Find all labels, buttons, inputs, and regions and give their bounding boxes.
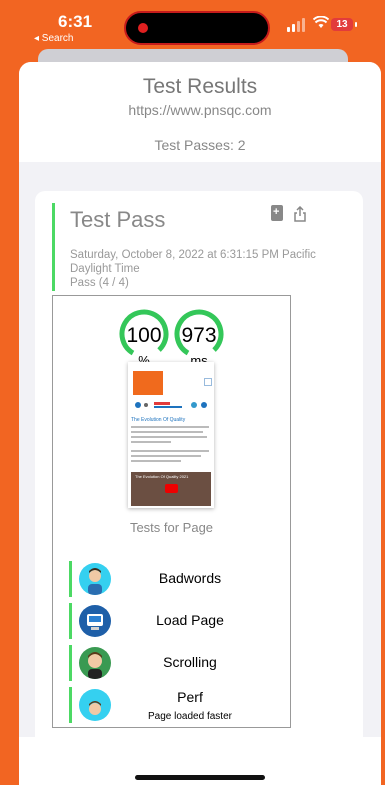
battery-icon: 13 — [331, 18, 353, 31]
results-header: Test Results https://www.pnsqc.com Test … — [19, 62, 381, 162]
test-pass-card[interactable]: Test Pass Saturday, October 8, 2022 at 6… — [35, 191, 363, 785]
page-screenshot-thumbnail[interactable]: The Evolution Of Quality The Evolution O… — [128, 362, 214, 508]
perf-avatar-icon — [79, 689, 111, 721]
battery-tip — [355, 22, 357, 27]
text-line — [131, 460, 181, 462]
text-line — [131, 441, 171, 443]
scrolling-avatar-icon — [79, 647, 111, 679]
test-row-perf[interactable]: Perf Page loaded faster — [69, 687, 279, 723]
site-logo — [133, 371, 163, 395]
wifi-icon — [312, 15, 330, 32]
signal-icon — [287, 18, 307, 32]
test-pass-title: Test Pass — [70, 207, 166, 232]
play-icon — [165, 484, 178, 493]
test-pass-actions — [271, 205, 316, 227]
add-document-icon[interactable] — [271, 205, 283, 221]
text-line — [131, 436, 207, 438]
pass-status-bar — [52, 203, 55, 291]
page-report-frame: 100 % 973 ms The Evolution Of Quality Th… — [52, 295, 291, 728]
ad-badge-icon — [204, 378, 212, 386]
test-name: Load Page — [156, 612, 224, 628]
badwords-avatar-icon — [79, 563, 111, 595]
sponsor-banner — [135, 402, 207, 408]
home-indicator[interactable] — [135, 775, 265, 780]
load-page-avatar-icon — [79, 605, 111, 637]
load-time-value: 973 — [181, 324, 217, 347]
test-pass-result: Pass (4 / 4) — [70, 277, 129, 289]
back-to-search-link[interactable]: ◂ Search — [34, 33, 73, 44]
pass-status-bar — [69, 645, 72, 681]
availability-value: 100 — [126, 324, 162, 347]
test-row-badwords[interactable]: Badwords — [69, 561, 279, 597]
tests-for-page-heading: Tests for Page — [129, 520, 214, 535]
recording-indicator-icon — [138, 23, 148, 33]
page-title: Test Results — [142, 75, 258, 98]
text-line — [131, 426, 209, 428]
test-passes-count: Test Passes: 2 — [154, 137, 246, 153]
dynamic-island — [124, 11, 270, 45]
text-line — [131, 450, 209, 452]
test-row-scrolling[interactable]: Scrolling — [69, 645, 279, 681]
test-name: Badwords — [158, 570, 222, 586]
share-icon[interactable] — [293, 206, 307, 222]
pass-status-bar — [69, 603, 72, 639]
pass-status-bar — [69, 687, 72, 723]
load-time-gauge: 973 ms — [173, 308, 225, 368]
text-line — [131, 431, 203, 433]
clock: 6:31 — [58, 12, 93, 31]
test-pass-details: Saturday, October 8, 2022 at 6:31:15 PM … — [70, 248, 330, 290]
pass-status-bar — [69, 561, 72, 597]
video-title: The Evolution Of Quality 2021 — [135, 474, 189, 479]
video-embed: The Evolution Of Quality 2021 — [131, 472, 211, 506]
thumbnail-headline: The Evolution Of Quality — [131, 417, 186, 423]
test-subtitle: Page loaded faster — [148, 711, 232, 722]
results-sheet: Test Results https://www.pnsqc.com Test … — [19, 62, 381, 785]
test-name: Perf — [177, 689, 203, 705]
test-name: Scrolling — [163, 654, 217, 670]
text-line — [131, 455, 201, 457]
test-row-load-page[interactable]: Load Page — [69, 603, 279, 639]
site-url: https://www.pnsqc.com — [128, 102, 272, 118]
availability-gauge: 100 % — [118, 308, 170, 368]
test-pass-date: Saturday, October 8, 2022 at 6:31:15 PM … — [70, 249, 316, 275]
